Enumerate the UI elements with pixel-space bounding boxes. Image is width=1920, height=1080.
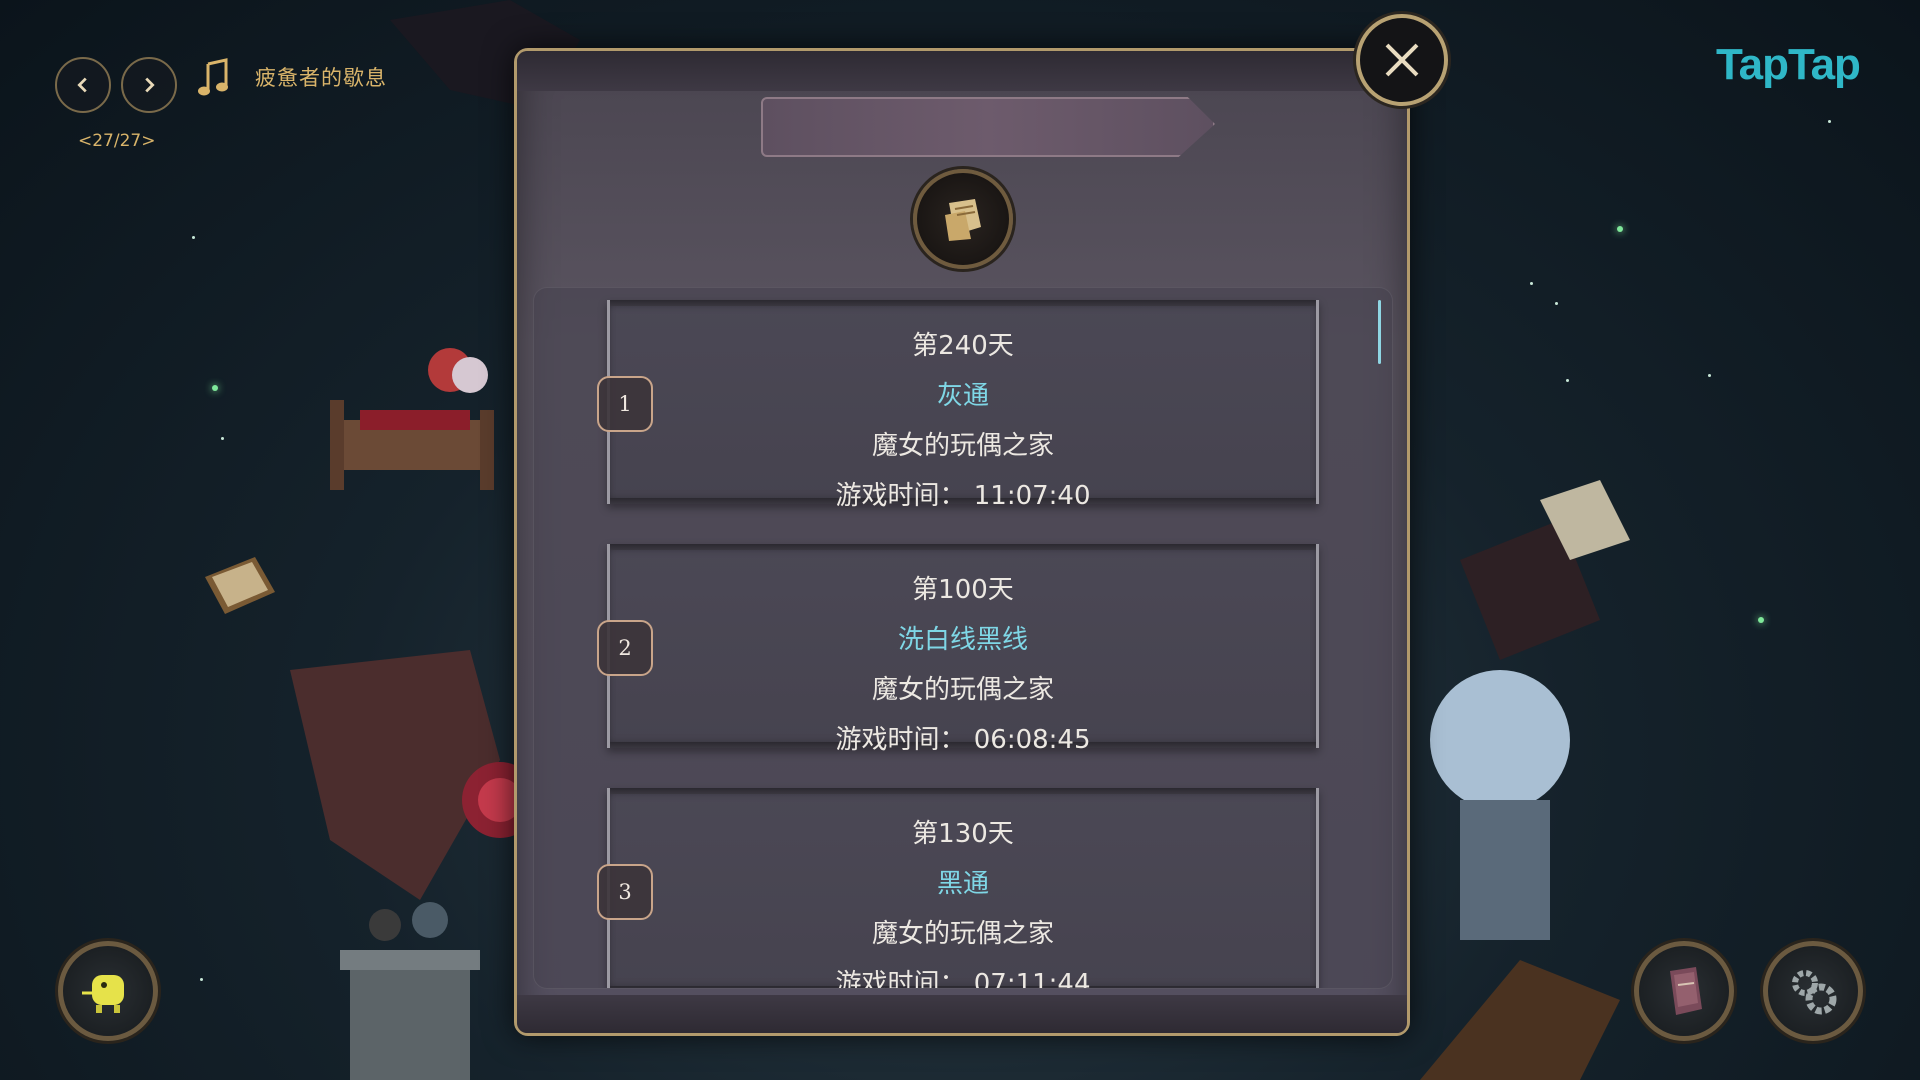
dialog-emblem [913, 169, 1013, 269]
dialog-title-banner [761, 97, 1215, 157]
gear-icon [1792, 970, 1837, 1015]
star [1617, 226, 1623, 232]
taptap-logo: TapTap [1716, 40, 1861, 89]
star [221, 437, 224, 440]
dialog-top-bar [517, 51, 1407, 91]
star [1708, 374, 1711, 377]
star [1555, 302, 1558, 305]
record-route: 洗白线黑线 [897, 625, 1028, 655]
record-playtime: 游戏时间： 06:08:45 [835, 725, 1091, 755]
scroll-emblem-icon [945, 199, 981, 241]
chevron-left-icon [77, 77, 87, 93]
record-playtime: 游戏时间： 11:07:40 [835, 481, 1091, 511]
bed-figure-decoration [330, 348, 494, 490]
star [200, 978, 203, 981]
record-route: 灰通 [936, 381, 989, 411]
track-title: 疲惫者的歇息 [255, 66, 387, 90]
book-button[interactable] [1634, 941, 1734, 1041]
music-note-icon [198, 58, 228, 96]
record-day: 第240天 [912, 331, 1014, 361]
star [1828, 120, 1831, 123]
character-button[interactable] [58, 941, 158, 1041]
chevron-right-icon [145, 77, 155, 93]
close-button[interactable] [1356, 14, 1448, 106]
star [1530, 282, 1533, 285]
record-route: 黑通 [936, 869, 989, 899]
record-playtime: 游戏时间： 07:11:44 [835, 969, 1091, 989]
previous-track-button[interactable] [55, 57, 111, 113]
star [1566, 379, 1569, 382]
record-entry[interactable]: 3 第130天 黑通 魔女的玩偶之家 游戏时间： 07:11:44 [534, 788, 1392, 989]
record-entry[interactable]: 2 第100天 洗白线黑线 魔女的玩偶之家 游戏时间： 06:08:45 [534, 544, 1392, 755]
record-stage: 魔女的玩偶之家 [871, 919, 1054, 949]
star [192, 236, 195, 239]
record-day: 第130天 [912, 819, 1014, 849]
close-icon [1385, 43, 1419, 77]
dialog-bottom-bar [517, 995, 1407, 1033]
record-entry[interactable]: 1 第240天 灰通 魔女的玩偶之家 游戏时间： 11:07:40 [534, 300, 1392, 511]
tower-decoration [340, 902, 480, 1080]
record-list[interactable]: 开始 1 第240天 灰通 魔女的玩偶之家 游戏时间： 11:07:40 2 第… [533, 287, 1393, 989]
track-counter: <27/27> [78, 131, 156, 151]
next-track-button[interactable] [121, 57, 177, 113]
save-record-dialog: 开始 1 第240天 灰通 魔女的玩偶之家 游戏时间： 11:07:40 2 第… [514, 48, 1410, 1036]
character-icon [82, 975, 124, 1013]
book-icon [1670, 967, 1702, 1015]
settings-button[interactable] [1763, 941, 1863, 1041]
star [1758, 617, 1764, 623]
star [212, 385, 218, 391]
floating-book-decoration [205, 557, 275, 614]
record-stage: 魔女的玩偶之家 [871, 431, 1054, 461]
record-day: 第100天 [912, 575, 1014, 605]
record-stage: 魔女的玩偶之家 [871, 675, 1054, 705]
